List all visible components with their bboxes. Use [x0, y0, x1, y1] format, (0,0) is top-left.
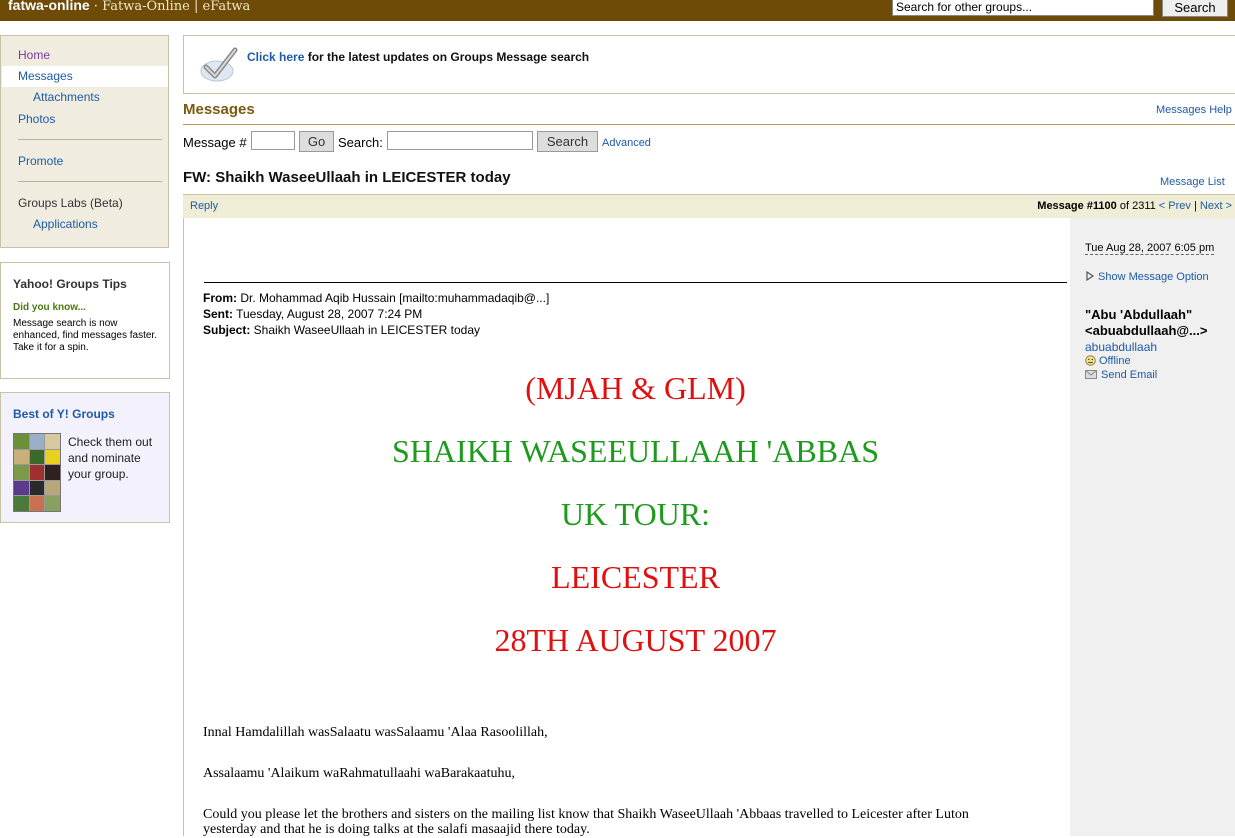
messages-help-link[interactable]: Messages Help: [1156, 104, 1232, 116]
envelope-icon: [1085, 370, 1097, 379]
message-search-input[interactable]: [387, 131, 533, 150]
pager-separator: |: [1190, 200, 1200, 212]
from-label: From:: [203, 291, 237, 305]
groups-tips-box: Yahoo! Groups Tips Did you know... Messa…: [0, 262, 170, 379]
heading-shaikh: SHAIKH WASEEULLAAH 'ABBAS: [392, 433, 879, 469]
go-button[interactable]: Go: [299, 131, 334, 152]
message-list-link[interactable]: Message List: [1160, 176, 1225, 188]
message-number: Message #1100: [1037, 200, 1117, 212]
subject-label: Subject:: [203, 323, 251, 337]
best-text: Check them out and nominate your group.: [68, 435, 153, 481]
search-label: Search:: [338, 135, 383, 150]
banner-message: Click here for the latest updates on Gro…: [247, 50, 589, 64]
author-email: <abuabdullaah@...>: [1085, 323, 1208, 338]
nav-photos[interactable]: Photos: [18, 112, 55, 126]
tip-text: Message search is now enhanced, find mes…: [13, 318, 157, 353]
next-link[interactable]: Next >: [1200, 200, 1232, 212]
message-total: of 2311: [1116, 200, 1159, 212]
heading-mjah-glm: (MJAH & GLM): [525, 370, 746, 406]
nav-promote[interactable]: Promote: [18, 154, 63, 168]
update-banner: Click here for the latest updates on Gro…: [183, 35, 1235, 94]
nav-home[interactable]: Home: [18, 48, 50, 62]
message-info-panel: Tue Aug 28, 2007 6:05 pm Show Message Op…: [1070, 218, 1235, 836]
checkmark-icon: [200, 47, 238, 82]
group-thumbnails-image[interactable]: [13, 433, 61, 512]
sent-value: Tuesday, August 28, 2007 7:24 PM: [233, 307, 423, 321]
smiley-icon: [1085, 355, 1096, 366]
author-name: "Abu 'Abdullaah": [1085, 307, 1193, 322]
prev-link[interactable]: < Prev: [1159, 200, 1191, 212]
author-id-link[interactable]: abuabdullaah: [1085, 340, 1157, 354]
body-paragraph: Could you please let the brothers and si…: [203, 807, 969, 822]
show-message-option-link[interactable]: Show Message Option: [1098, 271, 1209, 283]
nav-divider: [18, 181, 162, 182]
message-pager: Message #1100 of 2311 < Prev | Next >: [1037, 200, 1232, 212]
message-number-input[interactable]: [251, 131, 295, 150]
email-sent: Sent: Tuesday, August 28, 2007 7:24 PM: [203, 307, 422, 321]
group-id[interactable]: fatwa-online: [8, 0, 90, 13]
status-text: Offline: [1099, 355, 1131, 367]
author-block: "Abu 'Abdullaah" <abuabdullaah@...>: [1085, 307, 1207, 339]
group-name[interactable]: Fatwa-Online | eFatwa: [102, 0, 250, 14]
nav-messages[interactable]: Messages: [18, 69, 73, 83]
brand-separator: ·: [89, 0, 103, 14]
nav-labs: Groups Labs (Beta): [18, 196, 123, 210]
send-email[interactable]: Send Email: [1085, 369, 1157, 381]
reply-link[interactable]: Reply: [190, 200, 218, 212]
heading-uk-tour: UK TOUR:: [560, 496, 711, 532]
message-search-button[interactable]: Search: [537, 131, 598, 152]
email-subject: Subject: Shaikh WaseeUllaah in LEICESTER…: [203, 323, 480, 337]
group-search-button[interactable]: Search: [1162, 0, 1228, 17]
message-subject: FW: Shaikh WaseeUllaah in LEICESTER toda…: [183, 169, 511, 186]
show-message-option[interactable]: Show Message Option: [1085, 270, 1209, 283]
tips-title: Yahoo! Groups Tips: [13, 277, 127, 291]
group-search-input[interactable]: [892, 0, 1154, 16]
message-date: Tue Aug 28, 2007 6:05 pm: [1085, 242, 1215, 255]
heading-leicester: LEICESTER: [551, 559, 720, 595]
email-header-rule: [204, 282, 1067, 283]
messages-divider: [183, 124, 1235, 125]
banner-text: for the latest updates on Groups Message…: [304, 50, 590, 64]
message-body: From: Dr. Mohammad Aqib Hussain [mailto:…: [183, 218, 1071, 837]
heading-date: 28TH AUGUST 2007: [494, 622, 777, 658]
triangle-right-icon: [1086, 270, 1095, 282]
messages-title: Messages: [183, 101, 255, 118]
message-number-label: Message #: [183, 135, 247, 150]
nav-divider: [18, 139, 162, 140]
subject-value: Shaikh WaseeUllaah in LEICESTER today: [250, 323, 481, 337]
top-bar: fatwa-online · Fatwa-Online | eFatwa Sea…: [0, 0, 1235, 21]
online-status: Offline: [1085, 355, 1131, 367]
send-email-link[interactable]: Send Email: [1101, 369, 1157, 381]
nav-applications[interactable]: Applications: [33, 217, 98, 231]
left-nav: Home Messages Attachments Photos Promote…: [0, 35, 169, 248]
best-title[interactable]: Best of Y! Groups: [13, 407, 115, 421]
email-from: From: Dr. Mohammad Aqib Hussain [mailto:…: [203, 291, 549, 305]
body-paragraph: Innal Hamdalillah wasSalaatu wasSalaamu …: [203, 725, 548, 740]
group-brand: fatwa-online · Fatwa-Online | eFatwa: [8, 0, 250, 14]
did-you-know: Did you know...: [13, 302, 86, 313]
best-of-groups-box: Best of Y! Groups Check them out and nom…: [0, 392, 170, 523]
sent-label: Sent:: [203, 307, 233, 321]
banner-link[interactable]: Click here: [247, 50, 304, 64]
body-paragraph: Assalaamu 'Alaikum waRahmatullaahi waBar…: [203, 766, 515, 781]
advanced-search-link[interactable]: Advanced: [602, 137, 651, 149]
message-toolbar: Reply Message #1100 of 2311 < Prev | Nex…: [183, 194, 1235, 218]
from-value: Dr. Mohammad Aqib Hussain [mailto:muhamm…: [237, 291, 550, 305]
nav-attachments[interactable]: Attachments: [33, 90, 100, 104]
